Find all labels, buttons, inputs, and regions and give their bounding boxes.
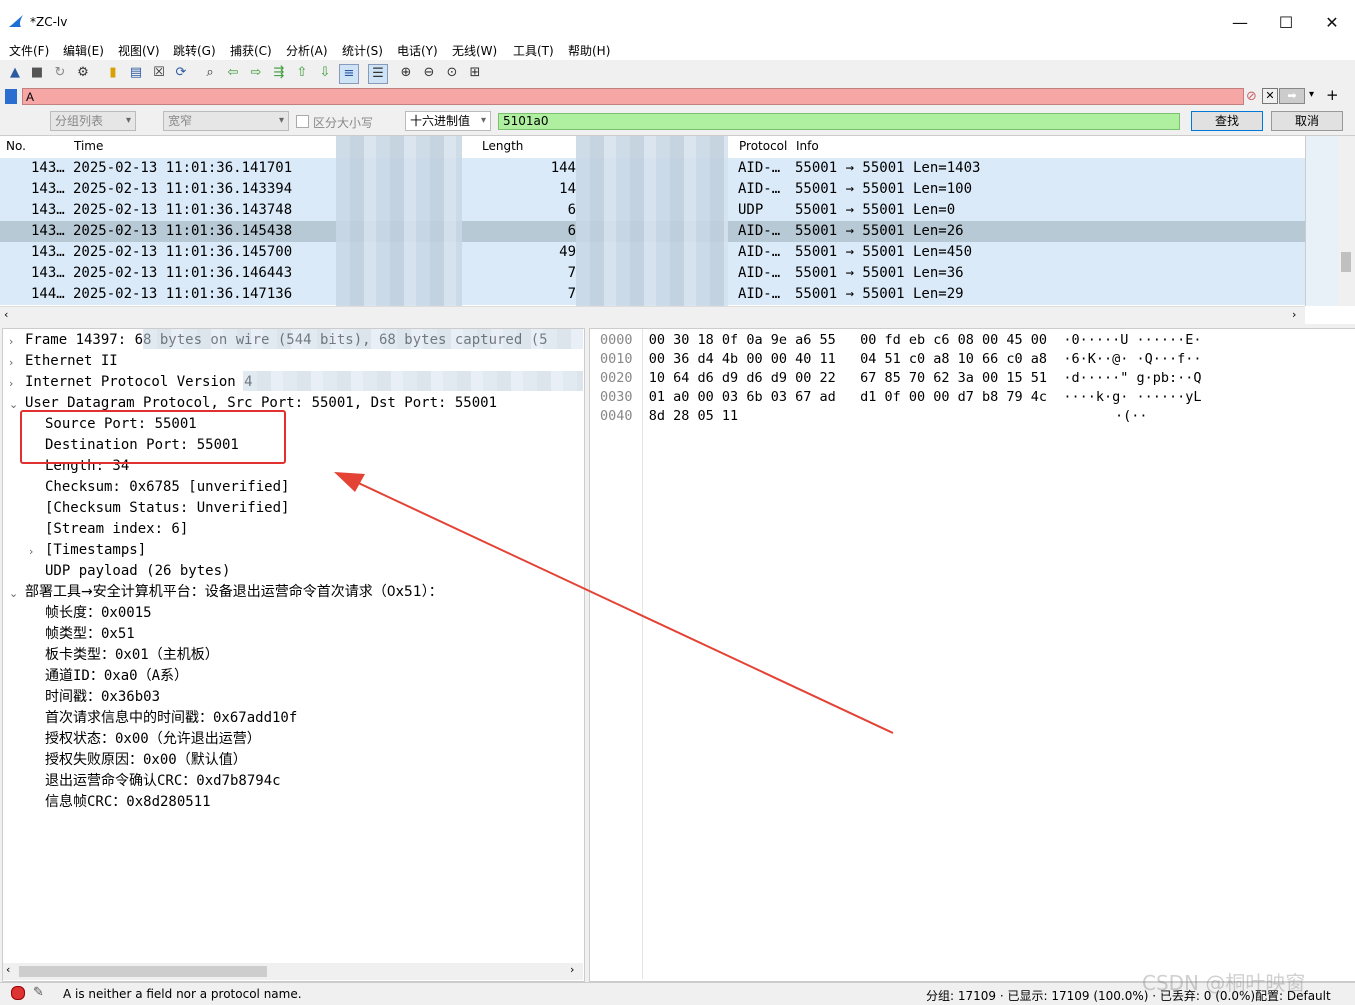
status-bar: ✎ A is neither a field nor a protocol na… — [0, 971, 1355, 1005]
edit-comment-icon[interactable]: ✎ — [33, 985, 44, 1000]
annotation-arrow — [334, 472, 894, 734]
watermark: CSDN @桐叶映窗 — [1142, 971, 1306, 995]
expert-info-icon[interactable] — [11, 986, 25, 1000]
annotation-arrow-head — [334, 472, 365, 492]
annotation-arrow-line — [351, 479, 894, 734]
status-message: A is neither a field nor a protocol name… — [63, 987, 302, 1001]
